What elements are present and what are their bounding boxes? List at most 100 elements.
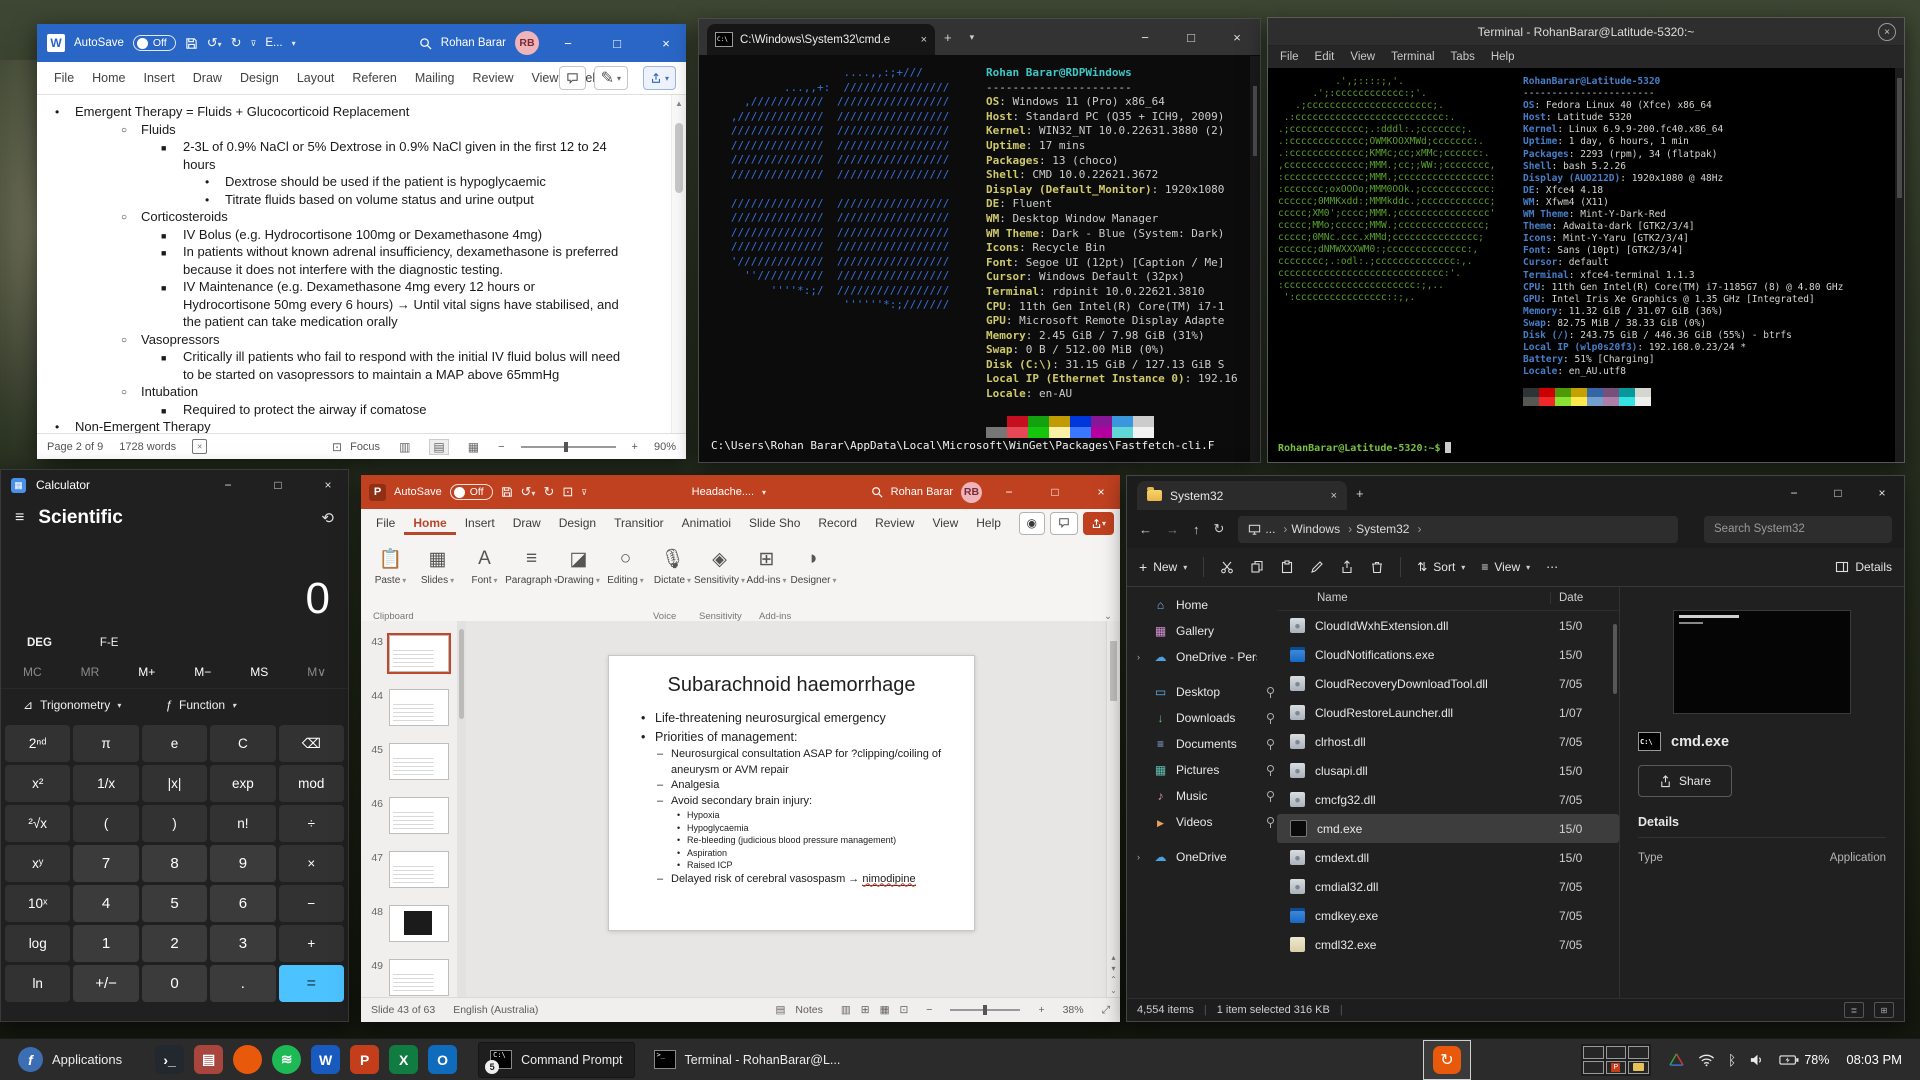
breadcrumb-item[interactable]: Windows bbox=[1291, 522, 1352, 536]
calc-button[interactable]: ÷ bbox=[278, 805, 344, 842]
file-row[interactable]: cmdkey.exe 7/05 bbox=[1277, 901, 1619, 930]
minimize-button[interactable]: − bbox=[548, 24, 588, 62]
maximize-button[interactable]: □ bbox=[597, 24, 637, 62]
calc-button[interactable]: ⌫ bbox=[278, 725, 344, 762]
pager-cell[interactable] bbox=[1582, 1060, 1604, 1074]
minimize-button[interactable]: − bbox=[1772, 476, 1816, 510]
file-row[interactable]: CloudIdWxhExtension.dll 15/0 bbox=[1277, 611, 1619, 640]
notes-button[interactable]: ▤ Notes bbox=[775, 1004, 822, 1016]
volume-icon[interactable] bbox=[1749, 1053, 1766, 1067]
file-row[interactable]: cmd.exe 15/0 bbox=[1277, 814, 1619, 843]
calc-button[interactable]: π bbox=[73, 725, 139, 762]
calc-button[interactable]: 7 bbox=[73, 845, 139, 882]
slide-thumbnail-panel[interactable]: 43 44 45 46 47 48 49 bbox=[361, 621, 458, 998]
minimize-button[interactable]: − bbox=[1122, 19, 1168, 55]
ribbon-tab[interactable]: Review bbox=[463, 71, 522, 85]
slideshow-icon[interactable]: ⊡ bbox=[899, 1004, 908, 1016]
cmd-terminal-output[interactable]: ....,,:;+/// ...,,+: //////////////// ,/… bbox=[699, 56, 1260, 462]
pager-cell-files[interactable] bbox=[1628, 1060, 1649, 1074]
file-row[interactable]: cmcfg32.dll 7/05 bbox=[1277, 785, 1619, 814]
calc-button[interactable]: +/− bbox=[73, 965, 139, 1002]
deg-button[interactable]: DEG bbox=[27, 637, 52, 649]
ribbon-button[interactable]: ○ Editing ▾ bbox=[602, 543, 649, 586]
ribbon-tab[interactable]: File bbox=[367, 511, 404, 535]
reading-view-icon[interactable]: ▦ bbox=[880, 1004, 890, 1016]
ribbon-tab[interactable]: Layout bbox=[288, 71, 344, 85]
ribbon-button[interactable]: ◈ Sensitivity ▾ bbox=[694, 543, 745, 587]
zoom-out-icon[interactable]: − bbox=[926, 1004, 932, 1016]
firefox-icon[interactable] bbox=[233, 1045, 263, 1074]
ribbon-tab[interactable]: Design bbox=[231, 71, 288, 85]
file-row[interactable]: cmdext.dll 15/0 bbox=[1277, 843, 1619, 872]
sidebar-item[interactable]: › OneDrive bbox=[1127, 844, 1277, 870]
sidebar-item[interactable] bbox=[1127, 835, 1277, 844]
proofing-icon[interactable]: ✕ bbox=[192, 439, 208, 454]
explorer-tab[interactable]: System32 × bbox=[1137, 481, 1347, 510]
calc-button[interactable]: log bbox=[5, 925, 71, 962]
ribbon-button[interactable]: ◪ Drawing ▾ bbox=[555, 543, 602, 587]
ribbon-button[interactable]: ⊞ Add-ins ▾ bbox=[743, 543, 790, 587]
focus-button[interactable]: ⊡ Focus bbox=[329, 440, 380, 454]
pager-cell[interactable] bbox=[1582, 1045, 1604, 1059]
back-icon[interactable]: ← bbox=[1139, 522, 1152, 537]
new-button[interactable]: + New ▾ bbox=[1139, 559, 1187, 575]
delete-icon[interactable] bbox=[1370, 560, 1384, 574]
pager-cell[interactable] bbox=[1605, 1045, 1627, 1059]
memory-button[interactable]: MS bbox=[250, 665, 268, 679]
ribbon-button[interactable]: ≡ Paragraph ▾ bbox=[505, 543, 558, 586]
outlook-icon[interactable]: O bbox=[428, 1045, 458, 1074]
cut-icon[interactable] bbox=[1220, 560, 1234, 574]
slide-thumbnail[interactable]: 48 bbox=[361, 905, 457, 942]
zoom-slider[interactable] bbox=[520, 441, 616, 452]
breadcrumb-item[interactable]: ... bbox=[1265, 522, 1287, 536]
calc-button[interactable]: 2ⁿᵈ bbox=[5, 725, 71, 762]
calc-button[interactable]: x² bbox=[5, 765, 71, 802]
file-row[interactable]: cmdl32.exe 7/05 bbox=[1277, 930, 1619, 959]
calc-button[interactable]: ²√x bbox=[5, 805, 71, 842]
calc-button[interactable]: C bbox=[210, 725, 276, 762]
tab-close-icon[interactable]: × bbox=[921, 34, 927, 46]
ribbon-tab[interactable]: Mailing bbox=[406, 71, 464, 85]
page-indicator[interactable]: Page 2 of 9 bbox=[47, 441, 103, 453]
comments-button[interactable] bbox=[1049, 511, 1078, 535]
menu-item[interactable]: File bbox=[1272, 51, 1307, 63]
zoom-in-icon[interactable]: + bbox=[632, 441, 638, 453]
word-icon[interactable]: W bbox=[311, 1045, 341, 1074]
applications-menu-button[interactable]: f Applications bbox=[8, 1039, 132, 1080]
ribbon-button[interactable]: ◗ Designer ▾ bbox=[790, 543, 837, 586]
ribbon-tab[interactable]: Slide Sho bbox=[740, 511, 809, 535]
calc-button[interactable]: ( bbox=[73, 805, 139, 842]
excel-icon[interactable]: X bbox=[389, 1045, 419, 1074]
copy-icon[interactable] bbox=[1250, 560, 1264, 574]
calc-button[interactable]: |x| bbox=[141, 765, 208, 802]
sidebar-item[interactable]: › OneDrive - Pers bbox=[1127, 644, 1277, 670]
zoom-in-icon[interactable]: + bbox=[1038, 1004, 1044, 1016]
memory-button[interactable]: MR bbox=[81, 665, 100, 679]
hamburger-menu-icon[interactable]: ≡ bbox=[15, 509, 24, 527]
clock[interactable]: 08:03 PM bbox=[1846, 1052, 1902, 1067]
calc-button[interactable]: ln bbox=[5, 965, 71, 1002]
sidebar-item[interactable]: Videos bbox=[1127, 809, 1277, 835]
sort-button[interactable]: ⇅ Sort ▾ bbox=[1417, 560, 1465, 574]
avatar[interactable]: RB bbox=[515, 31, 539, 55]
function-dropdown[interactable]: ƒ Function ▾ bbox=[165, 698, 236, 712]
zoom-level[interactable]: 38% bbox=[1063, 1004, 1084, 1016]
calc-button[interactable]: 1 bbox=[73, 925, 139, 962]
sidebar-item[interactable]: Documents bbox=[1127, 731, 1277, 757]
file-list-scrollbar[interactable] bbox=[1611, 612, 1619, 999]
spotify-icon[interactable]: ≋ bbox=[272, 1045, 302, 1074]
new-tab-icon[interactable]: + bbox=[1347, 486, 1373, 501]
ribbon-tab[interactable]: View bbox=[923, 511, 967, 535]
maximize-button[interactable]: □ bbox=[1816, 476, 1860, 510]
tab-close-icon[interactable]: × bbox=[1331, 490, 1337, 502]
cmd-scrollbar[interactable] bbox=[1250, 56, 1260, 462]
menu-item[interactable]: Edit bbox=[1307, 51, 1343, 63]
normal-view-icon[interactable]: ▥ bbox=[841, 1004, 851, 1016]
breadcrumb[interactable]: ... Windows System32 bbox=[1238, 515, 1678, 543]
sidebar-item[interactable]: Home bbox=[1127, 592, 1277, 618]
slide-canvas[interactable]: Subarachnoid haemorrhage • Life-threateni… bbox=[608, 655, 975, 931]
draw-pen-button[interactable]: ✎ ▾ bbox=[593, 66, 628, 90]
cmd-tab[interactable]: C:\ C:\Windows\System32\cmd.e × bbox=[707, 24, 935, 55]
preview-share-button[interactable]: Share bbox=[1638, 765, 1732, 797]
slide-thumbnail[interactable]: 46 bbox=[361, 797, 457, 834]
